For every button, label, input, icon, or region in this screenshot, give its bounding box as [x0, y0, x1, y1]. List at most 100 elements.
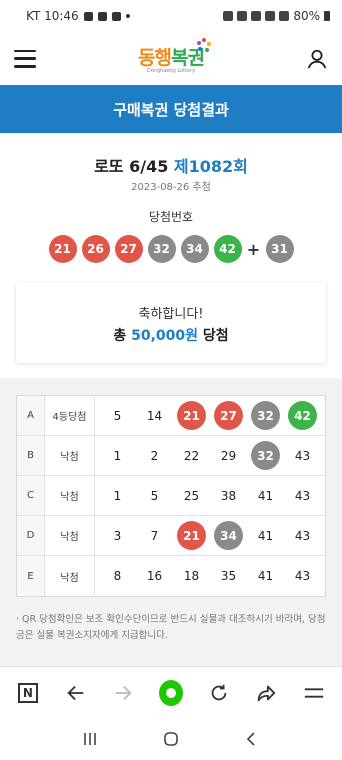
pick-number: 8: [113, 569, 122, 583]
row-numbers: 3 7 21 34 41 43: [95, 521, 325, 550]
alarm-icon: [223, 11, 234, 21]
carrier-time: KT 10:46: [26, 9, 79, 23]
recent-apps-icon[interactable]: [75, 724, 105, 754]
congrats-message: 축하합니다!: [138, 307, 204, 322]
pick-number-hit: 34: [214, 521, 243, 550]
winning-ball: 26: [81, 235, 110, 263]
prize-summary: 총 50,000원 당첨: [16, 325, 326, 345]
pick-number: 7: [150, 528, 159, 543]
row-numbers: 1 5 25 38 41 43: [95, 481, 325, 510]
table-row: A 4등당첨 5 14 21 27 32 42: [17, 396, 325, 436]
winning-ball: 32: [147, 235, 176, 263]
pick-number: 41: [257, 528, 274, 543]
signal-icon: [279, 11, 290, 21]
logo-main: 동행: [138, 47, 172, 69]
row-status: 낙첨: [45, 436, 95, 475]
pick-number: 43: [294, 528, 311, 543]
pick-number-hit: 42: [288, 401, 317, 430]
winning-ball: 42: [213, 235, 242, 263]
menu-icon[interactable]: [302, 681, 326, 705]
row-status: 낙첨: [45, 556, 95, 596]
row-numbers: 1 2 22 29 32 43: [95, 441, 325, 470]
pick-number: 41: [257, 569, 274, 583]
pick-number-hit: 21: [177, 401, 206, 430]
row-letter: E: [17, 556, 45, 596]
user-icon[interactable]: [306, 48, 328, 70]
back-arrow-icon[interactable]: [64, 681, 88, 705]
pick-number-hit: 32: [251, 401, 280, 430]
pick-number: 16: [146, 569, 163, 583]
pick-number: 35: [220, 569, 237, 583]
row-status: 낙첨: [45, 476, 95, 515]
results-table: A 4등당첨 5 14 21 27 32 42 B 낙첨 1 2 22 29 3…: [16, 395, 326, 597]
plus-sign: +: [246, 239, 261, 259]
battery-percent: 80%: [293, 9, 320, 23]
gallery-icon: [83, 11, 93, 21]
row-letter: A: [17, 396, 45, 435]
page-title-bar: 구매복권 당첨결과: [0, 85, 342, 133]
pick-number: 43: [294, 488, 311, 503]
pick-number-hit: 32: [251, 441, 280, 470]
logo[interactable]: 동행복권 Donghaeng Lottery: [138, 38, 211, 74]
pick-number: 1: [113, 448, 122, 463]
draw-summary: 로또 6/45 제1082회 2023-08-26 추첨 당첨번호 21 26 …: [0, 133, 342, 378]
home-button-icon[interactable]: [156, 724, 186, 754]
draw-title: 로또 6/45 제1082회: [0, 153, 342, 177]
pick-number: 1: [113, 488, 122, 503]
pick-number: 29: [220, 448, 237, 463]
winning-numbers-label: 당첨번호: [148, 210, 194, 224]
logo-burst-icon: [196, 38, 211, 52]
wifi-icon: [251, 11, 262, 21]
table-row: B 낙첨 1 2 22 29 32 43: [17, 436, 325, 476]
home-icon[interactable]: [158, 679, 183, 706]
pick-number: 41: [257, 488, 274, 503]
table-row: E 낙첨 8 16 18 35 41 43: [17, 556, 325, 596]
prize-suffix: 당첨: [202, 328, 229, 344]
pick-number: 14: [146, 408, 163, 423]
prize-prefix: 총: [113, 328, 127, 344]
more-dot-icon: [125, 14, 130, 18]
page-title: 구매복권 당첨결과: [113, 100, 229, 119]
winning-numbers: 21 26 27 32 34 42 + 31: [0, 235, 342, 263]
forward-arrow-icon[interactable]: [111, 681, 135, 705]
refresh-icon[interactable]: [207, 681, 231, 705]
n-label: N: [17, 682, 38, 703]
n-icon[interactable]: N: [16, 681, 40, 705]
row-numbers: 5 14 21 27 32 42: [95, 401, 325, 430]
pick-number: 25: [183, 488, 200, 503]
bonus-ball: 31: [265, 235, 294, 263]
row-letter: C: [17, 476, 45, 515]
youtube-icon: [111, 11, 121, 21]
pick-number-hit: 21: [177, 521, 206, 550]
battery-icon: [324, 11, 330, 21]
system-nav-bar: [0, 718, 342, 760]
pick-number: 18: [183, 569, 200, 583]
table-row: D 낙첨 3 7 21 34 41 43: [17, 516, 325, 556]
pick-number: 3: [113, 528, 122, 543]
winning-ball: 34: [180, 235, 209, 263]
logo-text: 동행복권: [138, 43, 205, 70]
pick-number: 2: [150, 448, 159, 463]
game-name: 로또 6/45: [94, 157, 169, 176]
status-left: KT 10:46: [26, 9, 130, 23]
pick-number: 38: [220, 488, 237, 503]
status-right: 80%: [223, 9, 330, 23]
lte-icon: [265, 11, 276, 21]
pick-number: 5: [150, 488, 159, 503]
draw-date: 2023-08-26 추첨: [131, 182, 211, 193]
pick-number: 5: [113, 408, 122, 423]
qr-notice: · QR 당첨확인은 보조 확인수단이므로 반드시 실물과 대조하시기 바라며,…: [16, 614, 326, 641]
menu-icon[interactable]: [14, 49, 36, 68]
share-icon[interactable]: [254, 681, 278, 705]
row-numbers: 8 16 18 35 41 43: [95, 562, 325, 591]
prize-amount: 50,000원: [131, 328, 199, 344]
pick-number: 43: [294, 569, 311, 583]
pick-number: 43: [294, 448, 311, 463]
pen-icon: [97, 11, 107, 21]
back-button-icon[interactable]: [237, 724, 267, 754]
table-row: C 낙첨 1 5 25 38 41 43: [17, 476, 325, 516]
row-letter: B: [17, 436, 45, 475]
row-status: 낙첨: [45, 516, 95, 555]
logo-subtitle: Donghaeng Lottery: [146, 68, 196, 74]
browser-toolbar: N: [0, 666, 342, 718]
